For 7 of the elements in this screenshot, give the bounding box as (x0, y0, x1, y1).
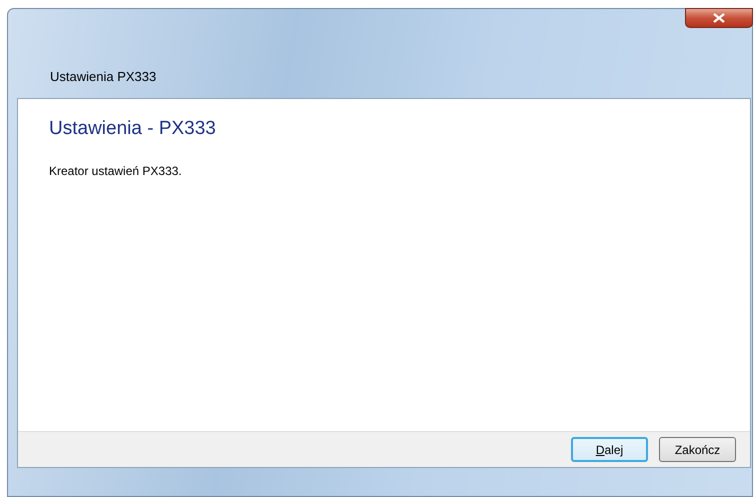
finish-button[interactable]: Zakończ (659, 437, 736, 462)
wizard-heading: Ustawienia - PX333 (49, 117, 217, 141)
window-title: Ustawienia PX333 (50, 68, 156, 86)
next-button[interactable]: Dalej (571, 437, 648, 462)
close-button[interactable] (685, 8, 753, 28)
wizard-description: Kreator ustawień PX333. (49, 162, 183, 180)
close-icon (713, 13, 725, 23)
